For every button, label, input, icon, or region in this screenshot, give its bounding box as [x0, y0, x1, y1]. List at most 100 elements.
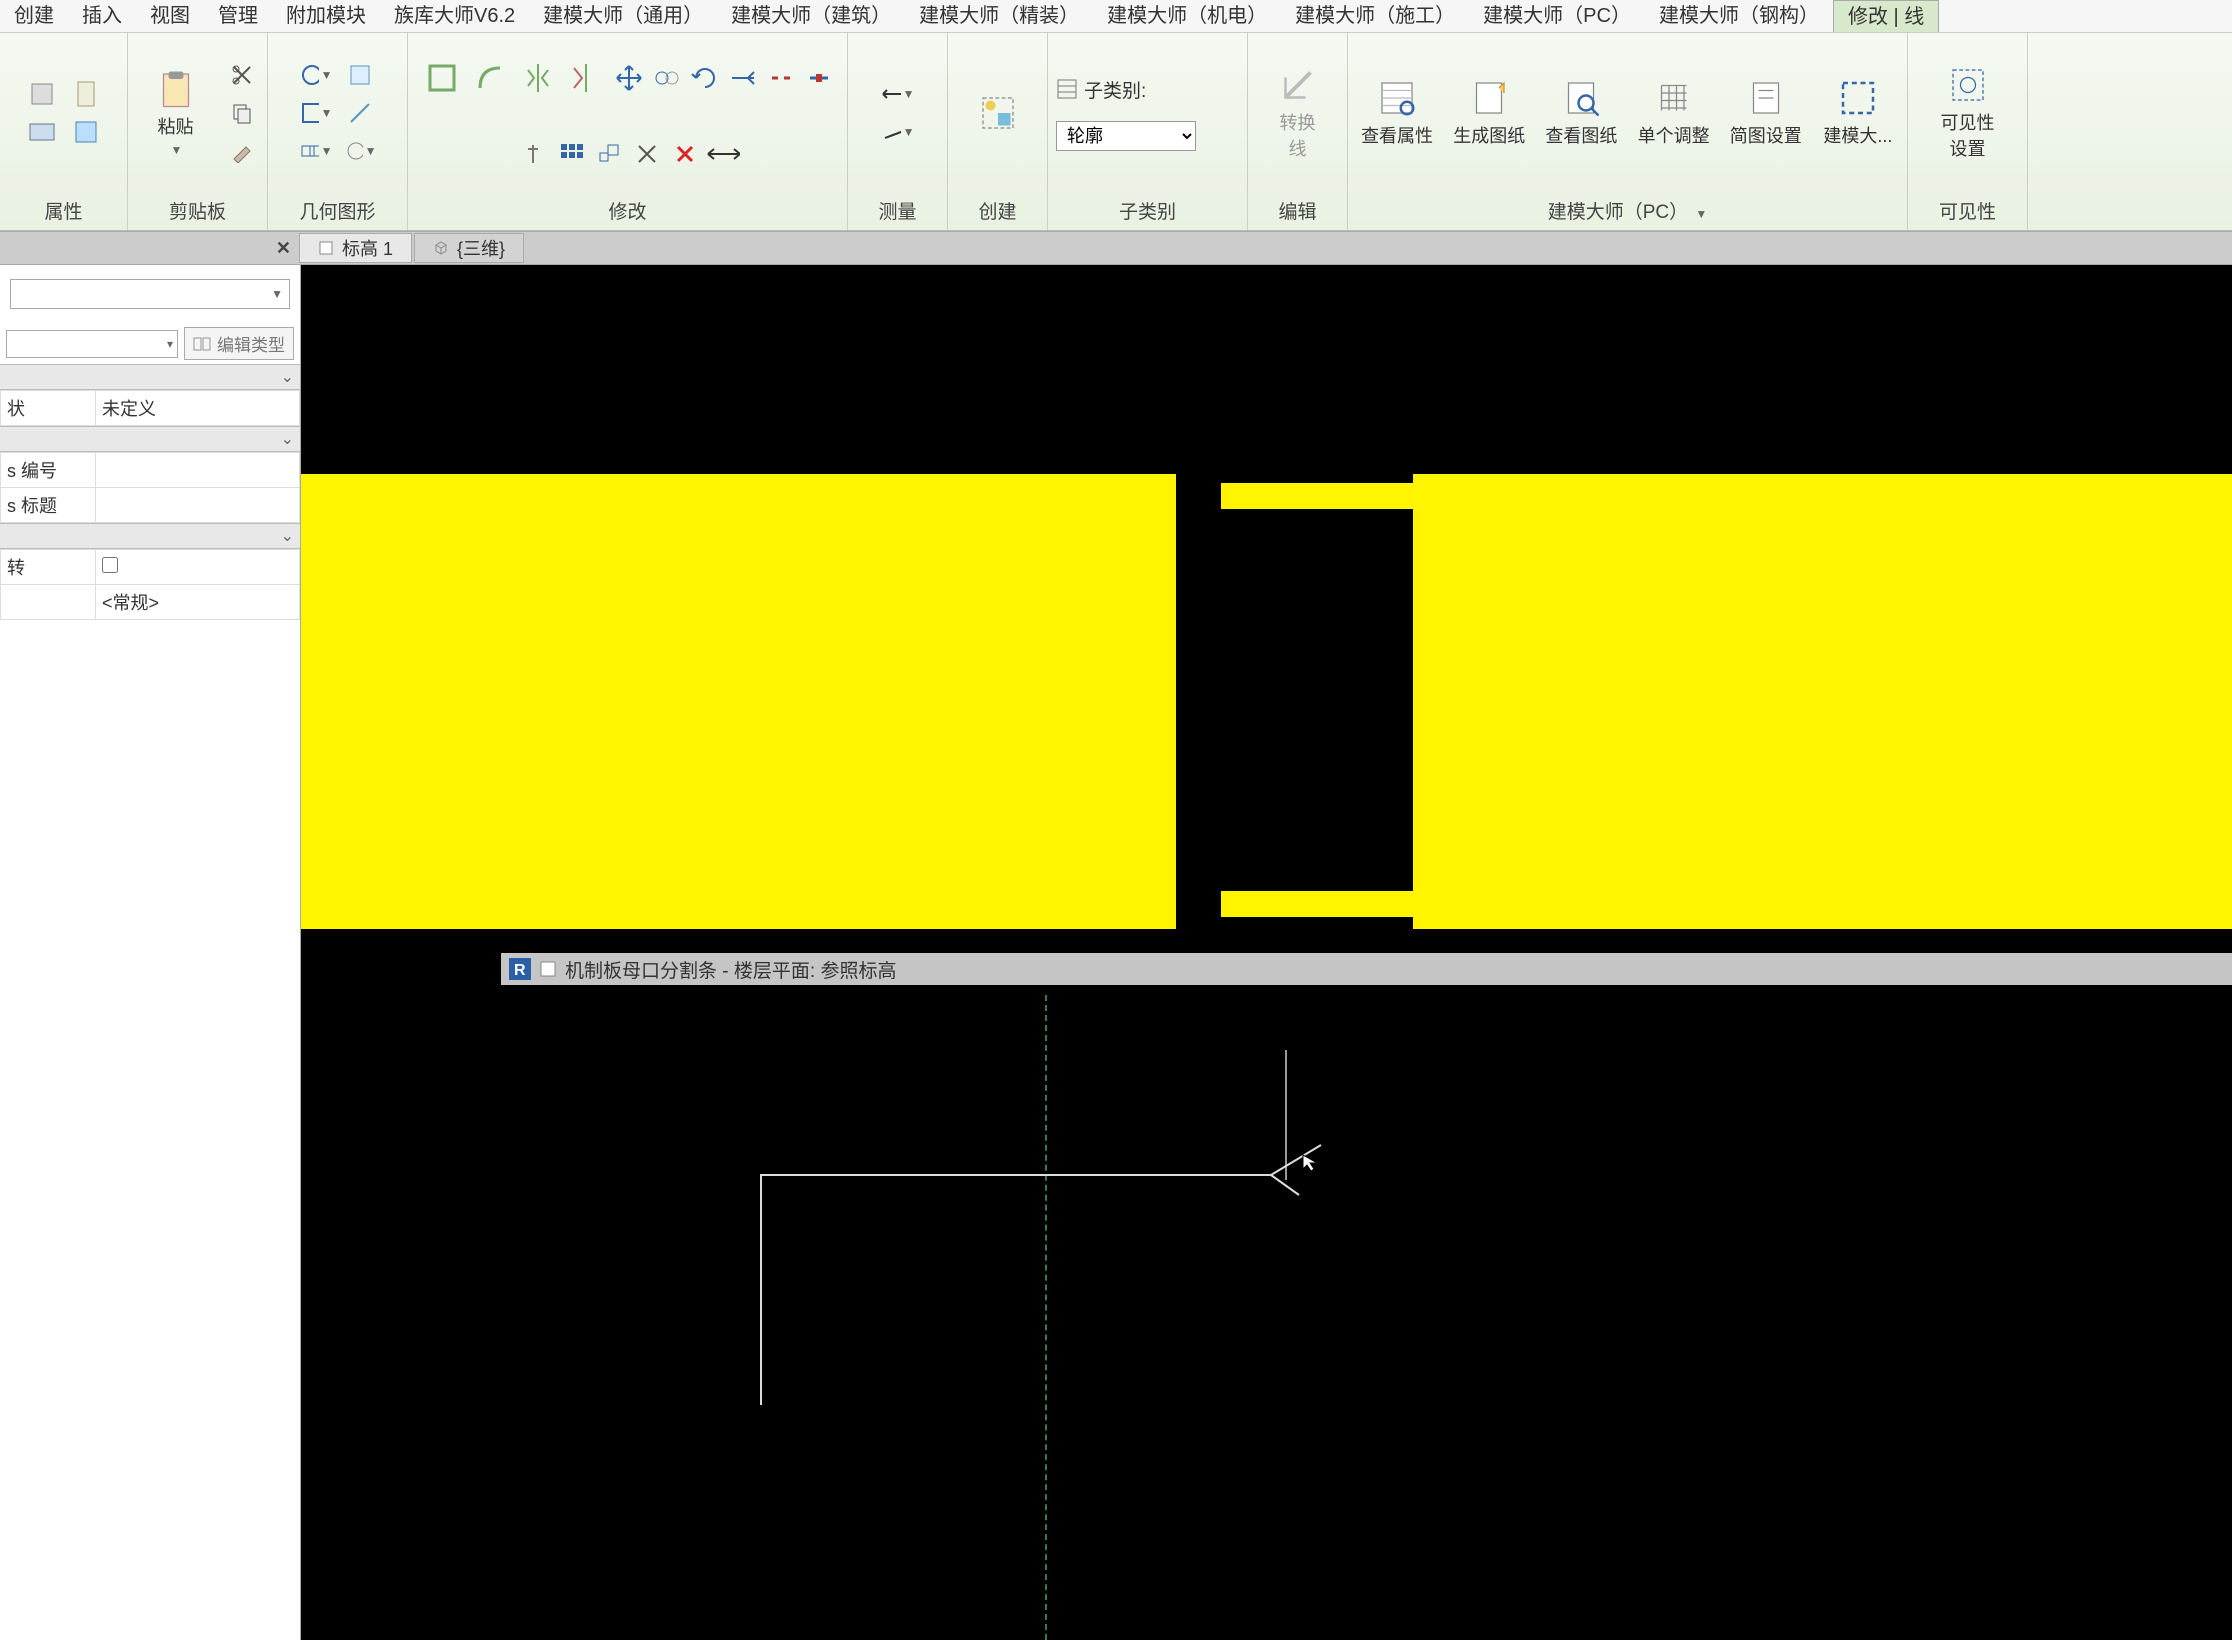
geom-join-button[interactable]: ▼ — [299, 135, 333, 167]
measure-dist-button[interactable]: ▼ — [881, 78, 915, 110]
workspace: ▼ ▾ 编辑类型 ⌄ 状 未定义 ⌄ s 编号 s 标题 ⌄ 转 — [0, 265, 2232, 1640]
svg-text:R: R — [514, 962, 526, 979]
offset-button[interactable] — [468, 56, 512, 100]
align-button[interactable] — [420, 56, 464, 100]
visibility-button[interactable]: 可见性 设置 — [1926, 59, 2010, 167]
prop-state-value[interactable]: 未定义 — [96, 391, 300, 426]
edit-type-button[interactable]: 编辑类型 — [184, 327, 294, 360]
view-tab-strip: ✕ 标高 1 {三维} — [0, 231, 2232, 265]
tab-insert[interactable]: 插入 — [68, 0, 136, 32]
rotate-icon — [690, 63, 720, 93]
geom-cut-button[interactable]: ▼ — [299, 97, 333, 129]
prop-panel-close[interactable]: ✕ — [276, 238, 291, 259]
profile-setting-button[interactable]: 简图设置 — [1725, 59, 1807, 167]
tab-famlib[interactable]: 族库大师V6.2 — [380, 0, 529, 32]
create-group-button[interactable] — [956, 59, 1039, 167]
mirror-draw-button[interactable] — [564, 56, 608, 100]
view-sheet-button[interactable]: 查看图纸 — [1540, 59, 1622, 167]
scale-button[interactable] — [592, 138, 626, 170]
view-sheet-icon — [1561, 78, 1601, 118]
delete-button[interactable] — [668, 138, 702, 170]
unpin-button[interactable] — [630, 138, 664, 170]
array-icon — [558, 141, 584, 167]
split-gap-button[interactable] — [802, 62, 836, 94]
copy-icon — [230, 101, 254, 125]
tab-view[interactable]: 视图 — [136, 0, 204, 32]
paste-button[interactable]: 粘贴▼ — [136, 59, 215, 167]
convert-line-button: 转换 线 — [1256, 59, 1339, 167]
array-button[interactable] — [554, 138, 588, 170]
pin-button[interactable] — [516, 138, 550, 170]
profile-sketch[interactable] — [761, 1145, 1321, 1405]
tab-jmds-general[interactable]: 建模大师（通用） — [529, 0, 717, 32]
cube-icon — [433, 240, 449, 256]
section-view[interactable]: R 机制板母口分割条 - 楼层平面: 参照标高 — [301, 265, 2232, 1640]
prop-row-rotate: 转 — [1, 550, 300, 585]
panel-title-geometry: 几何图形 — [268, 193, 407, 230]
gen-sheet-button[interactable]: 生成图纸 — [1448, 59, 1530, 167]
rotate-button[interactable] — [688, 62, 722, 94]
split-button[interactable] — [764, 62, 798, 94]
notch-top — [1221, 483, 1416, 509]
properties-btn-1[interactable] — [25, 78, 59, 110]
mirror-axis-button[interactable] — [516, 56, 560, 100]
matchtype-button[interactable] — [225, 135, 259, 167]
edit-type-icon — [193, 337, 211, 351]
tab-modify-line[interactable]: 修改 | 线 — [1833, 0, 1939, 32]
panel-title-visibility: 可见性 — [1908, 193, 2027, 230]
subcategory-select[interactable]: 轮廓 — [1056, 121, 1196, 151]
jmds-more-button[interactable]: 建模大... — [1817, 59, 1899, 167]
group-header-1[interactable]: ⌄ — [0, 364, 300, 390]
prop-row-common: <常规> — [1, 585, 300, 620]
floatwin-titlebar[interactable]: R 机制板母口分割条 - 楼层平面: 参照标高 — [501, 953, 2232, 985]
geom-btn-4[interactable] — [343, 59, 377, 91]
tab-jmds-constr[interactable]: 建模大师（施工） — [1281, 0, 1469, 32]
properties-btn-2[interactable] — [25, 116, 59, 148]
instance-filter[interactable]: ▾ — [6, 330, 178, 358]
group-header-3[interactable]: ⌄ — [0, 523, 300, 549]
group-header-2[interactable]: ⌄ — [0, 426, 300, 452]
move-icon — [614, 63, 644, 93]
properties-btn-4[interactable] — [69, 116, 103, 148]
type-selector[interactable]: ▼ — [10, 279, 290, 309]
geom-cope-button[interactable]: ▼ — [299, 59, 333, 91]
prop-title-value[interactable] — [96, 488, 300, 523]
visibility-icon — [1948, 65, 1988, 105]
offset-icon — [472, 60, 508, 96]
tab-jmds-mep[interactable]: 建模大师（机电） — [1093, 0, 1281, 32]
move-button[interactable] — [612, 62, 646, 94]
group-icon — [978, 93, 1018, 133]
viewtab-level1[interactable]: 标高 1 — [299, 233, 412, 263]
measure-align-button[interactable]: ▼ — [881, 116, 915, 148]
copy-button[interactable] — [225, 97, 259, 129]
copy-move-button[interactable] — [650, 62, 684, 94]
cut-wedge-top — [1321, 461, 1351, 479]
panel-title-edit: 编辑 — [1248, 193, 1347, 230]
tab-jmds-pc[interactable]: 建模大师（PC） — [1469, 0, 1645, 32]
properties-btn-3[interactable] — [69, 78, 103, 110]
notch-bottom — [1221, 891, 1416, 917]
dim-arrow-button[interactable] — [706, 138, 740, 170]
select-icon — [1838, 78, 1878, 118]
tab-jmds-arch[interactable]: 建模大师（建筑） — [717, 0, 905, 32]
single-adjust-button[interactable]: 单个调整 — [1633, 59, 1715, 167]
tab-jmds-interior[interactable]: 建模大师（精装） — [905, 0, 1093, 32]
gen-sheet-icon — [1469, 78, 1509, 118]
tab-create[interactable]: 创建 — [0, 0, 68, 32]
panel-expand-icon[interactable]: ▼ — [1695, 207, 1707, 221]
prop-common-value[interactable]: <常规> — [96, 585, 300, 620]
plan-view-window[interactable]: R 机制板母口分割条 - 楼层平面: 参照标高 — [501, 985, 2232, 1640]
geom-btn-5[interactable] — [343, 97, 377, 129]
view-prop-button[interactable]: 查看属性 — [1356, 59, 1438, 167]
prop-rotate-checkbox[interactable] — [102, 557, 118, 573]
geom-btn-6[interactable]: ▼ — [343, 135, 377, 167]
cut-button[interactable] — [225, 59, 259, 91]
viewtab-3d[interactable]: {三维} — [414, 233, 524, 263]
tab-jmds-steel[interactable]: 建模大师（钢构） — [1645, 0, 1833, 32]
panel-title-create: 创建 — [948, 193, 1047, 230]
tab-addins[interactable]: 附加模块 — [272, 0, 380, 32]
trim-button[interactable] — [726, 62, 760, 94]
prop-number-value[interactable] — [96, 453, 300, 488]
tab-manage[interactable]: 管理 — [204, 0, 272, 32]
revit-icon: R — [509, 958, 531, 980]
